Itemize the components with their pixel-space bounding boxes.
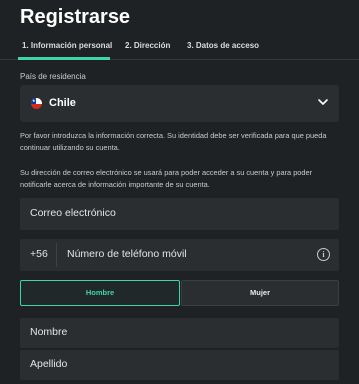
chile-flag-icon: ★: [31, 98, 42, 109]
active-tab-indicator: [18, 57, 110, 60]
identity-info-text: Por favor introduzca la información corr…: [20, 131, 327, 152]
phone-placeholder: Número de teléfono móvil: [67, 248, 187, 260]
gender-female-button[interactable]: Mujer: [181, 280, 339, 306]
first-name-placeholder: Nombre: [30, 326, 68, 338]
country-value: Chile: [49, 97, 76, 109]
last-name-placeholder: Apellido: [30, 358, 68, 370]
page-title: Registrarse: [20, 6, 131, 28]
chevron-down-icon: [318, 99, 328, 105]
email-placeholder: Correo electrónico: [30, 207, 116, 219]
email-info-text: Su dirección de correo electrónico se us…: [20, 168, 313, 189]
tab-address[interactable]: 2. Dirección: [125, 41, 170, 50]
step-tabs: 1. Información personal 2. Dirección 3. …: [0, 34, 359, 60]
country-select[interactable]: ★ Chile: [20, 85, 339, 122]
country-label: País de residencia: [20, 72, 86, 81]
last-name-field[interactable]: Apellido: [20, 350, 339, 380]
tab-access-data[interactable]: 3. Datos de acceso: [187, 41, 259, 50]
info-icon[interactable]: i: [317, 248, 330, 261]
tab-personal-info[interactable]: 1. Información personal: [22, 41, 112, 50]
phone-divider: [56, 243, 57, 267]
phone-field[interactable]: +56 Número de teléfono móvil i: [20, 239, 339, 271]
email-field[interactable]: Correo electrónico: [20, 198, 339, 230]
first-name-field[interactable]: Nombre: [20, 318, 339, 348]
phone-prefix[interactable]: +56: [30, 248, 48, 260]
gender-male-button[interactable]: Hombre: [20, 280, 180, 306]
